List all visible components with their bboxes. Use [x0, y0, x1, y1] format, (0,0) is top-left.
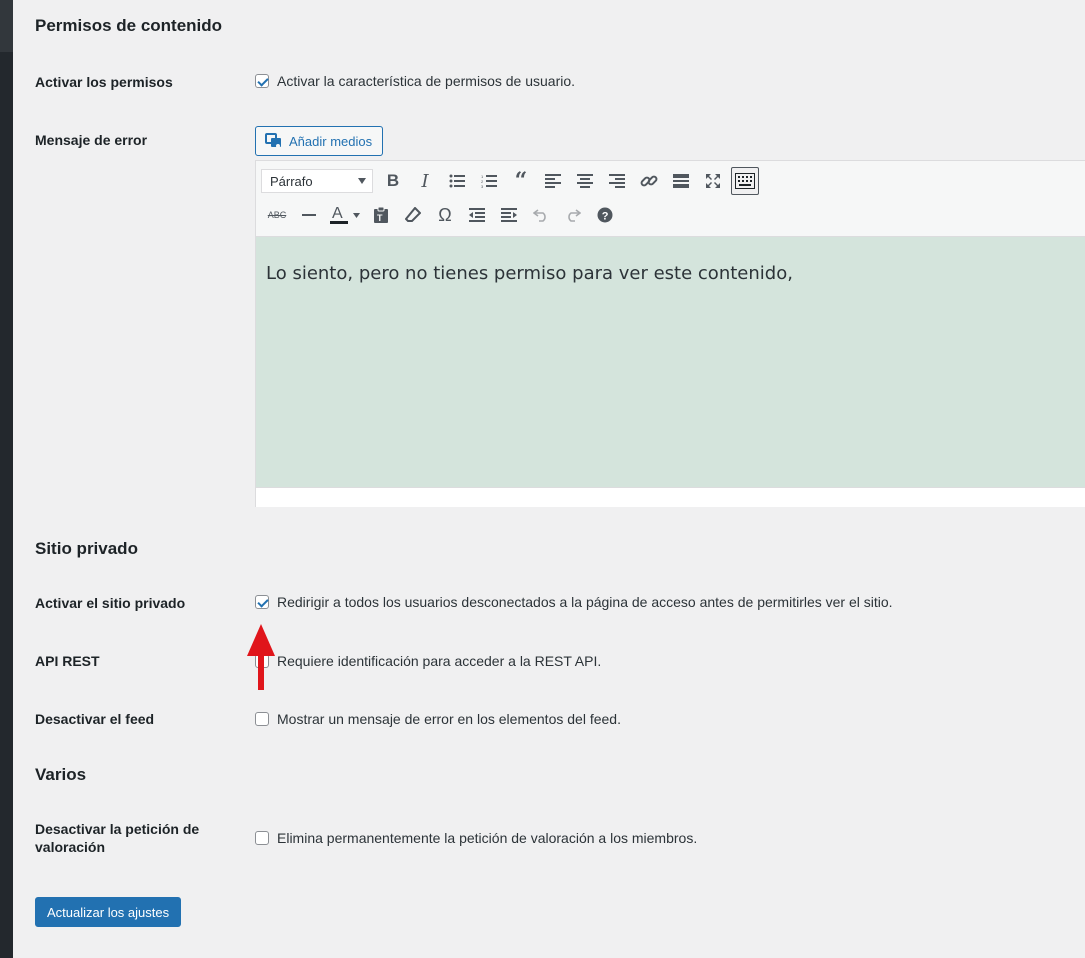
- editor-toolbar-primary: Párrafo B I 123 “: [261, 165, 761, 197]
- help-icon[interactable]: ?: [589, 201, 621, 229]
- disable-rating-text: Elimina permanentemente la petición de v…: [277, 830, 698, 846]
- fullscreen-icon[interactable]: [697, 167, 729, 195]
- editor-content-text: Lo siento, pero no tienes permiso para v…: [266, 263, 793, 284]
- editor-toolbar-secondary: ABC A T Ω ?: [261, 199, 621, 231]
- disable-rating-checkbox[interactable]: [255, 831, 269, 845]
- enable-permissions-checkbox[interactable]: [255, 74, 269, 88]
- disable-feed-text: Mostrar un mensaje de error en los eleme…: [277, 711, 621, 727]
- redo-icon[interactable]: [557, 201, 589, 229]
- link-icon[interactable]: [633, 167, 665, 195]
- format-select[interactable]: Párrafo: [261, 169, 373, 193]
- update-settings-button[interactable]: Actualizar los ajustes: [35, 897, 182, 927]
- add-media-button[interactable]: Añadir medios: [255, 126, 383, 156]
- align-center-icon[interactable]: [569, 167, 601, 195]
- chevron-down-icon: [358, 178, 366, 184]
- svg-text:?: ?: [602, 211, 609, 223]
- align-left-icon[interactable]: [537, 167, 569, 195]
- svg-text:3: 3: [481, 184, 484, 188]
- enable-private-site-text: Redirigir a todos los usuarios desconect…: [277, 594, 893, 610]
- disable-feed-option: Mostrar un mensaje de error en los eleme…: [255, 711, 621, 727]
- enable-permissions-text: Activar la característica de permisos de…: [277, 73, 576, 89]
- label-enable-permissions: Activar los permisos: [35, 74, 173, 90]
- section-title-misc: Varios: [35, 765, 87, 784]
- section-title-private-site: Sitio privado: [35, 539, 138, 558]
- paste-text-icon[interactable]: T: [365, 201, 397, 229]
- disable-feed-checkbox[interactable]: [255, 712, 269, 726]
- enable-permissions-option: Activar la característica de permisos de…: [255, 73, 575, 89]
- label-error-message: Mensaje de error: [35, 132, 148, 148]
- enable-private-site-checkbox[interactable]: [255, 595, 269, 609]
- admin-menu-strip: [0, 0, 13, 958]
- label-enable-private-site: Activar el sitio privado: [35, 595, 186, 611]
- clear-formatting-icon[interactable]: [397, 201, 429, 229]
- bold-icon[interactable]: B: [377, 167, 409, 195]
- indent-icon[interactable]: [493, 201, 525, 229]
- horizontal-line-icon[interactable]: [293, 201, 325, 229]
- svg-text:A: A: [332, 205, 343, 222]
- outdent-icon[interactable]: [461, 201, 493, 229]
- numbered-list-icon[interactable]: 123: [473, 167, 505, 195]
- blockquote-icon[interactable]: “: [505, 167, 537, 195]
- italic-icon[interactable]: I: [409, 167, 441, 195]
- rest-api-text: Requiere identificación para acceder a l…: [277, 653, 602, 669]
- disable-rating-option: Elimina permanentemente la petición de v…: [255, 830, 697, 846]
- section-title-content-permissions: Permisos de contenido: [35, 16, 223, 35]
- add-media-label: Añadir medios: [289, 133, 373, 149]
- special-character-icon[interactable]: Ω: [429, 201, 461, 229]
- read-more-icon[interactable]: [665, 167, 697, 195]
- label-rest-api: API REST: [35, 653, 100, 669]
- content-editor: Párrafo B I 123 “ ABC A T Ω ? Lo siento,…: [255, 160, 1085, 507]
- editor-status-bar: [256, 487, 1085, 507]
- enable-private-site-option: Redirigir a todos los usuarios desconect…: [255, 594, 893, 610]
- format-select-value: Párrafo: [270, 173, 313, 189]
- bullet-list-icon[interactable]: [441, 167, 473, 195]
- strikethrough-icon[interactable]: ABC: [261, 201, 293, 229]
- media-icon: [265, 133, 281, 148]
- undo-icon[interactable]: [525, 201, 557, 229]
- align-right-icon[interactable]: [601, 167, 633, 195]
- rest-api-option: Requiere identificación para acceder a l…: [255, 653, 601, 669]
- text-color-icon[interactable]: A: [325, 201, 365, 229]
- annotation-arrow-icon: [247, 624, 275, 690]
- toolbar-toggle-icon[interactable]: [731, 167, 759, 195]
- label-disable-feed: Desactivar el feed: [35, 711, 155, 727]
- svg-text:T: T: [377, 213, 383, 223]
- editor-content-area[interactable]: Lo siento, pero no tienes permiso para v…: [256, 236, 1085, 487]
- label-disable-rating: Desactivar la petición de valoración: [35, 821, 200, 855]
